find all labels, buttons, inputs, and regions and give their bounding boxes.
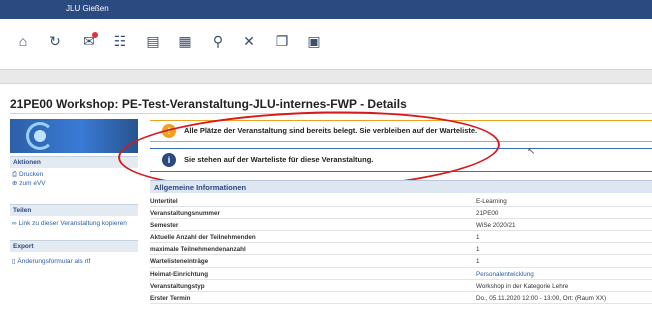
evv-link-label: zum eVV [19, 180, 46, 187]
detail-value: E-Learning [476, 198, 507, 205]
detail-label: Wartelisteneinträge [150, 258, 209, 266]
table-row: Semester WiSe 2020/21 [150, 219, 652, 232]
detail-value: 1 [476, 234, 480, 242]
users-icon[interactable]: ☷ [111, 32, 129, 50]
copy-link-button[interactable]: ∞ Link zu dieser Veranstaltung kopieren [12, 220, 127, 227]
detail-value-link[interactable]: Personalentwicklung [476, 271, 534, 278]
sidebar-export-heading: Export [10, 240, 138, 252]
detail-value: 21PE00 [476, 210, 499, 218]
print-link[interactable]: ⎙ Drucken [12, 171, 43, 179]
bookmark-icon[interactable]: ▤ [144, 32, 162, 50]
evv-link[interactable]: ⊕ zum eVV [12, 179, 46, 187]
home-icon[interactable]: ⌂ [14, 32, 32, 50]
detail-label: Semester [150, 222, 179, 230]
detail-label: Untertitel [150, 198, 178, 205]
mouse-cursor-icon: ↖ [527, 146, 536, 157]
detail-label: Heimat-Einrichtung [150, 270, 209, 278]
detail-value: Do., 05.11.2020 12:00 - 13:00, Ort: (Rau… [476, 294, 607, 302]
copy-link-label: Link zu dieser Veranstaltung kopieren [18, 220, 127, 227]
top-bar: JLU Gießen [0, 0, 652, 19]
detail-label: Veranstaltungstyp [150, 282, 205, 290]
details-table: Untertitel E-Learning Veranstaltungsnummer… [150, 195, 652, 304]
detail-label: Veranstaltungsnummer [150, 210, 220, 218]
refresh-icon[interactable]: ↻ [46, 32, 64, 50]
page-title: 21PE00 Workshop: PE-Test-Veranstaltung-J… [10, 97, 407, 111]
table-row: Heimat-Einrichtung Personalentwicklung [150, 268, 652, 280]
detail-value: 1 [476, 246, 480, 254]
detail-label: Erster Termin [150, 294, 191, 302]
table-row: Aktuelle Anzahl der Teilnehmenden 1 [150, 231, 652, 244]
detail-label: maximale Teilnehmendenanzahl [150, 246, 246, 254]
brand-name: JLU Gießen [66, 4, 109, 13]
detail-label: Aktuelle Anzahl der Teilnehmenden [150, 234, 256, 242]
logo-core-icon [34, 130, 46, 142]
search-icon[interactable]: ⚲ [209, 32, 227, 50]
mail-icon[interactable]: ✉ [80, 32, 98, 50]
table-row: Veranstaltungstyp Workshop in der Kategor… [150, 280, 652, 292]
table-row: Untertitel E-Learning [150, 195, 652, 208]
detail-value: WiSe 2020/21 [476, 222, 516, 230]
table-row: maximale Teilnehmendenanzahl 1 [150, 243, 652, 256]
window-icon[interactable]: ▣ [305, 32, 323, 50]
sidebar-share-heading: Teilen [10, 204, 138, 216]
copy-icon[interactable]: ❐ [273, 32, 291, 50]
table-row: Erster Termin Do., 05.11.2020 12:00 - 13:… [150, 292, 652, 304]
calendar-icon[interactable]: ▦ [176, 32, 194, 50]
general-info-heading: Allgemeine Informationen [150, 180, 652, 193]
icon-navigation: ⌂ ↻ ✉ ☷ ▤ ▦ ⚲ ✕ ❐ ▣ [0, 19, 652, 61]
export-rtf-label: Änderungsformular als rtf [17, 258, 91, 265]
tools-icon[interactable]: ✕ [240, 32, 258, 50]
print-link-label: Drucken [19, 171, 44, 178]
course-logo [10, 119, 138, 153]
subnav-strip [0, 69, 652, 84]
detail-value: Workshop in der Kategorie Lehre [476, 282, 569, 290]
export-rtf-link[interactable]: ▯ Änderungsformular als rtf [12, 257, 90, 265]
print-icon: ⎙ [12, 171, 20, 178]
table-row: Wartelisteneinträge 1 [150, 255, 652, 268]
table-row: Veranstaltungsnummer 21PE00 [150, 207, 652, 220]
notification-badge [92, 32, 98, 38]
detail-value: 1 [476, 258, 480, 266]
